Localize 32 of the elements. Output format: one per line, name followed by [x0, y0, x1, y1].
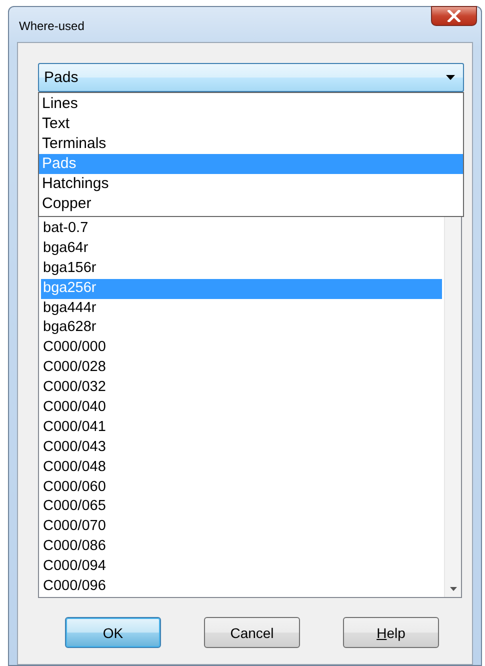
list-item[interactable]: C000/070: [41, 517, 442, 538]
close-button[interactable]: [431, 6, 477, 26]
list-item[interactable]: C000/094: [41, 557, 442, 578]
list-item[interactable]: C000/040: [41, 398, 442, 418]
dropdown-option[interactable]: Text: [39, 114, 463, 134]
list-item[interactable]: C000/041: [41, 418, 442, 438]
list-item[interactable]: bga64r: [41, 238, 442, 259]
list-item[interactable]: bga444r: [41, 298, 442, 318]
list-item[interactable]: C000/043: [41, 438, 442, 458]
list-item[interactable]: C000/032: [41, 378, 442, 398]
list-item[interactable]: bga156r: [41, 258, 442, 279]
dropdown-field[interactable]: Pads: [38, 63, 464, 92]
list-item[interactable]: C000/048: [41, 458, 442, 478]
list-item[interactable]: C000/060: [41, 478, 442, 498]
list-item[interactable]: C000/065: [41, 497, 442, 518]
window-title: Where-used: [19, 19, 84, 33]
dropdown-option[interactable]: Copper: [39, 194, 463, 214]
caret-icon: [446, 75, 455, 80]
list-item[interactable]: bga628r: [41, 318, 442, 338]
dropdown-option[interactable]: Hatchings: [39, 174, 463, 194]
cancel-button[interactable]: Cancel: [204, 617, 300, 648]
list-item[interactable]: C000/096: [41, 577, 442, 597]
ok-button[interactable]: OK: [65, 617, 161, 648]
list-item[interactable]: C000/028: [41, 358, 442, 378]
help-button[interactable]: Help: [343, 617, 439, 648]
close-icon: [447, 10, 461, 22]
list-item[interactable]: bat-0.7: [41, 219, 442, 239]
scroll-down-icon[interactable]: [450, 587, 456, 591]
list-item[interactable]: C000/000: [41, 338, 442, 358]
list-item[interactable]: C000/086: [41, 537, 442, 558]
dropdown-option[interactable]: Lines: [39, 94, 463, 114]
dropdown-option[interactable]: Terminals: [39, 134, 463, 154]
